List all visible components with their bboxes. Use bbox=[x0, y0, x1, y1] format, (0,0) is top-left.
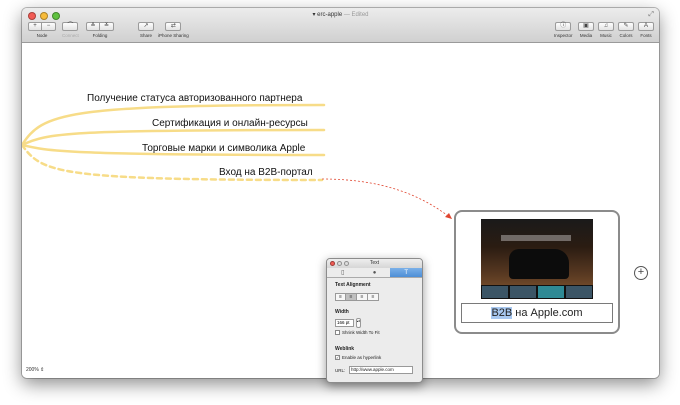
colors-icon[interactable]: ✎ bbox=[618, 22, 634, 31]
panel-minimize-button[interactable] bbox=[337, 261, 342, 266]
node-group: + − Node bbox=[28, 22, 56, 38]
shrink-width-checkbox[interactable]: Shrink Width To Fit bbox=[335, 330, 380, 335]
document-tab-icon[interactable]: ▯ bbox=[327, 268, 359, 277]
width-stepper[interactable]: ▴▾ bbox=[356, 318, 361, 328]
width-field[interactable]: 166 pt bbox=[335, 319, 354, 327]
remove-node-button[interactable]: − bbox=[42, 22, 56, 31]
iphone-sharing-icon[interactable]: ⇄ bbox=[165, 22, 182, 31]
connect-group: ⌒ Connect bbox=[62, 22, 79, 38]
topic-2[interactable]: Сертификация и онлайн-ресурсы bbox=[152, 118, 308, 129]
weblink-heading: Weblink bbox=[335, 346, 355, 352]
panel-window-controls bbox=[330, 261, 349, 266]
text-tab-icon[interactable]: T bbox=[390, 268, 422, 277]
panel-titlebar[interactable]: Text bbox=[327, 259, 422, 268]
share-label: Share bbox=[139, 33, 152, 38]
inspector-label: Inspector bbox=[554, 33, 573, 38]
checkmark-icon[interactable]: ✓ bbox=[335, 355, 340, 360]
topic-1[interactable]: Получение статуса авторизованного партне… bbox=[87, 93, 302, 104]
width-heading: Width bbox=[335, 309, 349, 315]
music-icon[interactable]: ♫ bbox=[598, 22, 614, 31]
panel-tabs: ▯ ● T bbox=[327, 268, 422, 278]
zoom-level[interactable]: 200% ⇕ bbox=[26, 367, 44, 373]
share-group: ↗ Share bbox=[138, 22, 154, 38]
folding-group: ≙ ≚ Folding bbox=[86, 22, 114, 38]
media-label: Media bbox=[579, 33, 593, 38]
align-justify-icon[interactable]: ≡ bbox=[368, 293, 379, 301]
enable-hyperlink-checkbox[interactable]: ✓ Enable as hyperlink bbox=[335, 355, 381, 360]
fonts-group: A Fonts bbox=[638, 22, 654, 38]
hyperlink-label[interactable]: B2B на Apple.com bbox=[461, 303, 613, 323]
align-right-icon[interactable]: ≡ bbox=[357, 293, 368, 301]
alignment-segmented-control: ≡ ≡ ≡ ≡ bbox=[335, 293, 379, 301]
inspector-icon[interactable]: ⓘ bbox=[555, 22, 572, 31]
checkbox-box[interactable] bbox=[335, 330, 340, 335]
document-icon: ▾ bbox=[312, 12, 316, 18]
apple-site-screenshot bbox=[481, 219, 593, 299]
media-icon[interactable]: ▣ bbox=[578, 22, 594, 31]
connect-button[interactable]: ⌒ bbox=[62, 22, 79, 31]
iphone-sharing-label: iPhone Sharing bbox=[158, 33, 189, 38]
unfold-button[interactable]: ≚ bbox=[100, 22, 114, 31]
align-left-icon[interactable]: ≡ bbox=[335, 293, 346, 301]
add-node-button[interactable]: + bbox=[28, 22, 42, 31]
url-field[interactable]: http://www.apple.com bbox=[349, 366, 413, 374]
text-alignment-heading: Text Alignment bbox=[335, 282, 371, 288]
photo-thumbnail-strip bbox=[481, 285, 593, 299]
fonts-label: Fonts bbox=[640, 33, 652, 38]
node-label: Node bbox=[36, 33, 48, 38]
media-group: ▣ Media bbox=[578, 22, 594, 38]
fold-button[interactable]: ≙ bbox=[86, 22, 100, 31]
text-inspector-panel: Text ▯ ● T Text Alignment ≡ ≡ ≡ ≡ Width … bbox=[326, 258, 423, 383]
window-title: ▾ erc-apple — Edited bbox=[312, 12, 369, 18]
colors-label: Colors bbox=[619, 33, 633, 38]
link-rest-text: на Apple.com bbox=[512, 307, 583, 319]
connect-label: Connect bbox=[62, 33, 79, 38]
panel-close-button[interactable] bbox=[330, 261, 335, 266]
piano-shape bbox=[509, 249, 569, 279]
linked-node-card[interactable]: B2B на Apple.com bbox=[454, 210, 620, 334]
music-label: Music bbox=[600, 33, 612, 38]
colors-group: ✎ Colors bbox=[618, 22, 634, 38]
folding-label: Folding bbox=[92, 33, 108, 38]
toolbar: ▾ erc-apple — Edited ⤢ + − Node ⌒ Connec… bbox=[22, 8, 659, 43]
topic-4[interactable]: Вход на B2B-портал bbox=[219, 167, 313, 178]
connector-arrowhead bbox=[445, 213, 452, 219]
connector-arrow-line bbox=[321, 178, 453, 220]
align-center-icon[interactable]: ≡ bbox=[346, 293, 357, 301]
photo-headline-bar bbox=[501, 235, 571, 241]
selected-link-text: B2B bbox=[491, 307, 513, 319]
fullscreen-icon[interactable]: ⤢ bbox=[648, 11, 654, 19]
inspector-group: ⓘ Inspector bbox=[554, 22, 573, 38]
panel-title: Text bbox=[369, 260, 380, 266]
fonts-icon[interactable]: A bbox=[638, 22, 654, 31]
iphone-sharing-group: ⇄ iPhone Sharing bbox=[158, 22, 189, 38]
topic-3[interactable]: Торговые марки и символика Apple bbox=[142, 143, 305, 154]
add-topic-button[interactable]: + bbox=[634, 266, 648, 280]
style-tab-icon[interactable]: ● bbox=[359, 268, 391, 277]
music-group: ♫ Music bbox=[598, 22, 614, 38]
panel-zoom-button[interactable] bbox=[344, 261, 349, 266]
url-label: URL: bbox=[335, 368, 346, 373]
share-icon[interactable]: ↗ bbox=[138, 22, 154, 31]
